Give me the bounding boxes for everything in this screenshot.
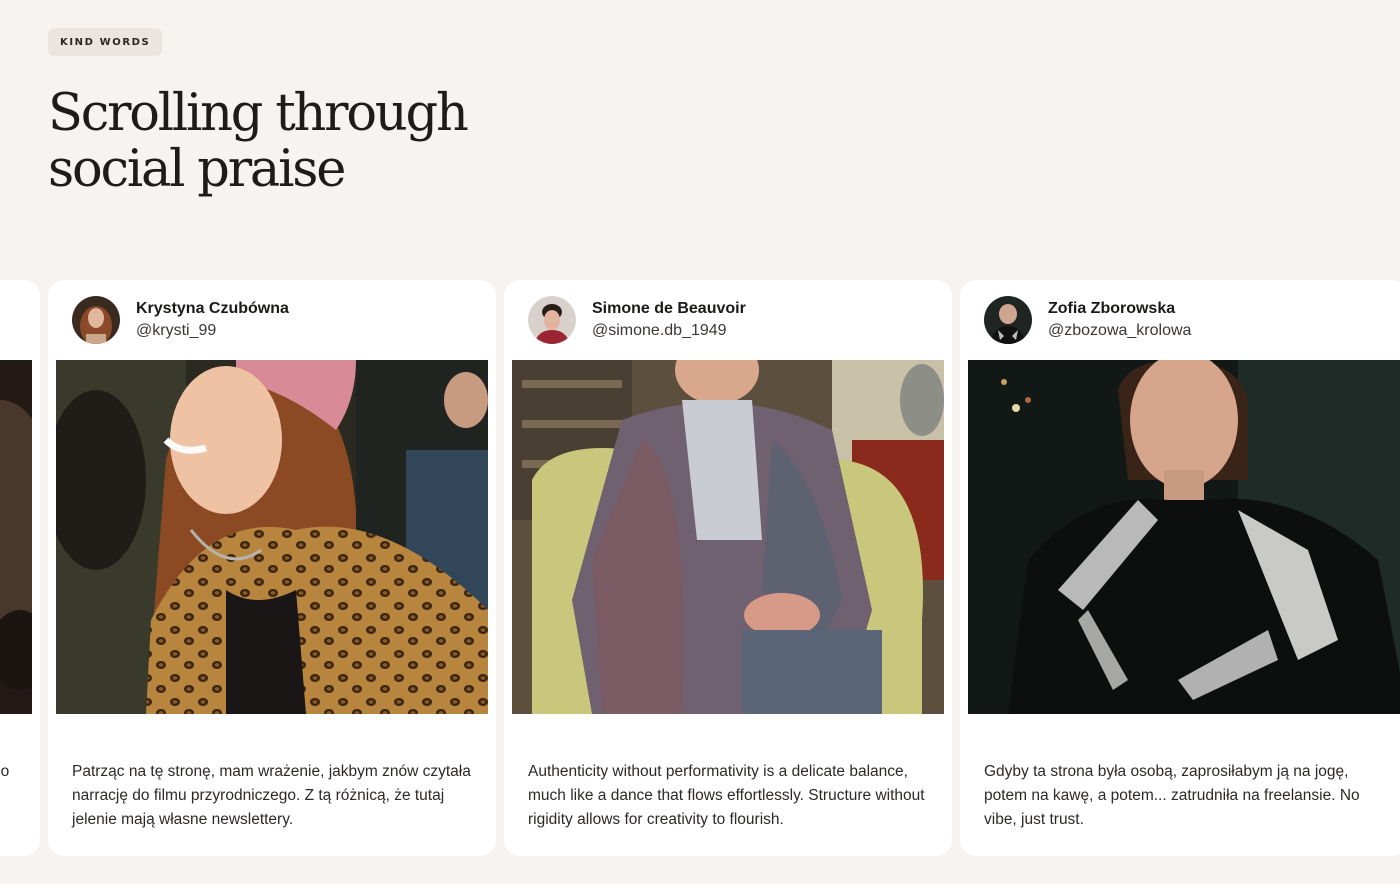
author-handle: @zbozowa_krolowa <box>1048 322 1192 339</box>
testimonial-author: Krystyna Czubówna @krysti_99 <box>72 296 289 344</box>
testimonial-photo <box>0 360 32 714</box>
testimonial-quote: Gdyby ta strona była osobą, zaprosiłabym… <box>984 763 1360 828</box>
author-name: Zofia Zborowska <box>1048 300 1176 317</box>
author-name: Krystyna Czubówna <box>136 300 289 317</box>
testimonial-author: Zofia Zborowska @zbozowa_krolowa <box>984 296 1191 344</box>
author-avatar <box>72 296 120 344</box>
author-handle: @simone.db_1949 <box>592 322 727 339</box>
testimonial-card[interactable]: Zofia Zborowska @zbozowa_krolowa Gdyby t… <box>960 280 1400 856</box>
testimonial-photo <box>56 360 488 714</box>
testimonial-card[interactable]: Krystyna Czubówna @krysti_99 Patrząc na … <box>48 280 496 856</box>
testimonial-author: Simone de Beauvoir @simone.db_1949 <box>528 296 746 344</box>
testimonials-section: KIND WORDS Scrolling through social prai… <box>0 0 1400 884</box>
testimonial-photo <box>512 360 944 714</box>
section-title: Scrolling through social praise <box>48 86 608 198</box>
testimonial-quote: Authenticity without performativity is a… <box>528 763 925 828</box>
author-avatar <box>528 296 576 344</box>
testimonial-card[interactable]: Simone de Beauvoir @simone.db_1949 Authe… <box>504 280 952 856</box>
testimonial-quote: Patrząc na tę stronę, mam wrażenie, jakb… <box>72 763 471 828</box>
testimonial-card[interactable]: do <box>0 280 40 856</box>
author-avatar <box>984 296 1032 344</box>
testimonial-photo <box>968 360 1400 714</box>
testimonial-quote: do <box>0 763 10 780</box>
author-name: Simone de Beauvoir <box>592 300 746 317</box>
title-line-1: Scrolling through <box>48 84 469 143</box>
section-badge: KIND WORDS <box>48 28 163 56</box>
author-handle: @krysti_99 <box>136 322 217 339</box>
title-line-2: social praise <box>48 140 346 199</box>
